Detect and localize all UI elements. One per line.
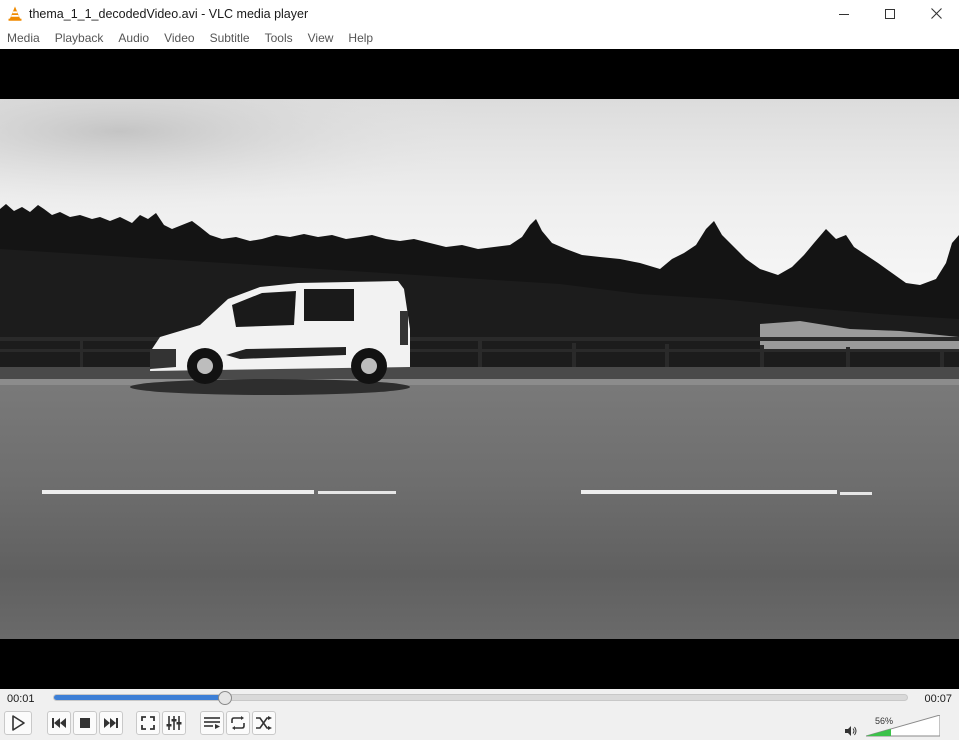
next-button[interactable] [99,711,123,735]
close-icon [930,8,942,19]
total-time[interactable]: 00:07 [924,693,952,705]
menu-playback[interactable]: Playback [48,27,112,49]
playback-controls: 00:01 00:07 56% [0,689,959,740]
fullscreen-button[interactable] [136,711,160,735]
fullscreen-icon [141,716,155,730]
stop-icon [80,718,90,728]
menu-video[interactable]: Video [157,27,202,49]
previous-icon [52,718,66,728]
loop-icon [231,716,245,730]
shuffle-icon [256,716,272,730]
play-button[interactable] [4,711,32,735]
minimize-button[interactable] [821,0,867,27]
maximize-icon [885,8,895,19]
maximize-button[interactable] [867,0,913,27]
vlc-window: thema_1_1_decodedVideo.avi - VLC media p… [0,0,959,740]
loop-button[interactable] [226,711,250,735]
menu-view[interactable]: View [301,27,342,49]
stop-button[interactable] [73,711,97,735]
random-button[interactable] [252,711,276,735]
close-button[interactable] [913,0,959,27]
extended-settings-button[interactable] [162,711,186,735]
next-icon [104,718,118,728]
volume-slider[interactable] [866,715,940,737]
previous-button[interactable] [47,711,71,735]
menu-bar: Media Playback Audio Video Subtitle Tool… [0,27,959,49]
seek-bar[interactable] [53,691,908,705]
title-bar[interactable]: thema_1_1_decodedVideo.avi - VLC media p… [0,0,959,27]
seek-progress-fill [54,695,225,700]
menu-media[interactable]: Media [0,27,48,49]
video-frame [0,49,959,689]
play-icon [12,715,25,731]
elapsed-time[interactable]: 00:01 [7,693,35,705]
minimize-icon [839,13,849,15]
menu-audio[interactable]: Audio [111,27,157,49]
playlist-icon [204,717,220,729]
playlist-button[interactable] [200,711,224,735]
video-area[interactable] [0,49,959,689]
equalizer-icon [166,716,182,730]
menu-tools[interactable]: Tools [258,27,301,49]
window-controls [821,0,959,27]
menu-subtitle[interactable]: Subtitle [203,27,258,49]
speaker-icon[interactable] [845,725,857,737]
vlc-cone-icon [7,6,23,22]
seek-handle[interactable] [217,691,232,705]
window-title: thema_1_1_decodedVideo.avi - VLC media p… [29,6,309,21]
menu-help[interactable]: Help [341,27,381,49]
